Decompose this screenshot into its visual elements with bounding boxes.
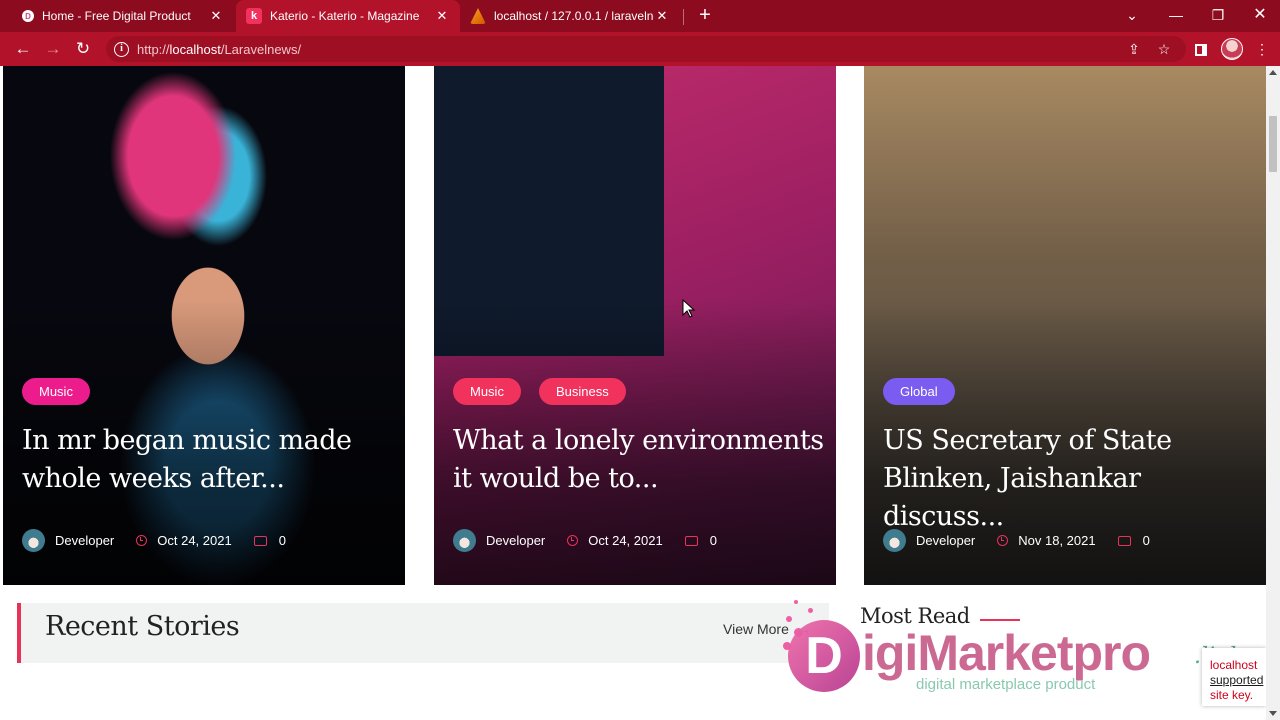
reload-icon[interactable]: ↻: [71, 37, 95, 61]
post-date: Nov 18, 2021: [1018, 533, 1096, 548]
scrollbar-thumb[interactable]: [1269, 116, 1277, 172]
phpmyadmin-favicon-icon: [470, 8, 486, 24]
comment-icon: [253, 535, 267, 546]
tab-separator: [683, 9, 684, 25]
author-avatar: [453, 529, 476, 552]
katerio-favicon-icon: k: [246, 8, 262, 24]
image-overlay: [434, 66, 836, 585]
scroll-up-icon[interactable]: [1269, 70, 1277, 75]
bookmark-star-icon[interactable]: ☆: [1153, 38, 1175, 60]
comment-count: 0: [1142, 533, 1150, 548]
digimarket-favicon-icon: D: [22, 10, 34, 22]
forward-icon[interactable]: →: [41, 37, 65, 61]
author-name[interactable]: Developer: [916, 533, 975, 548]
close-tab-icon[interactable]: ✕: [654, 8, 670, 24]
browser-toolbar: ← → ↻ i http://localhost/Laravelnews/ ⇪ …: [0, 32, 1280, 66]
url-path: /Laravelnews/: [220, 41, 302, 57]
view-more-link[interactable]: View More →: [723, 621, 811, 637]
comment-icon: [684, 535, 698, 546]
image-overlay: [3, 66, 405, 585]
tab-search-icon[interactable]: ⌄: [1110, 0, 1154, 32]
post-meta: Developer Oct 24, 2021 0: [22, 529, 286, 552]
mouse-cursor-icon: [682, 299, 696, 318]
post-date: Oct 24, 2021: [157, 533, 232, 548]
category-tag[interactable]: Music: [22, 378, 90, 405]
view-more-label: View More: [723, 621, 789, 637]
post-tags: Music Business: [453, 378, 626, 405]
menu-kebab-icon[interactable]: ⋮: [1251, 38, 1273, 60]
side-panel-icon[interactable]: [1190, 38, 1212, 60]
clock-icon: [567, 535, 579, 546]
tab-title: Katerio - Katerio - Magazine: [270, 9, 420, 23]
author-avatar: [22, 529, 45, 552]
tab-katerio[interactable]: k Katerio - Katerio - Magazine ✕: [236, 0, 460, 32]
category-tag[interactable]: Global: [883, 378, 955, 405]
url-scheme: http://: [137, 41, 170, 57]
post-tags: Music: [22, 378, 90, 405]
post-headline[interactable]: In mr began music made whole weeks after…: [22, 422, 394, 498]
featured-post-card[interactable]: Music In mr began music made whole weeks…: [3, 66, 405, 585]
tab-title: localhost / 127.0.0.1 / laravelnew: [494, 9, 654, 23]
recent-stories-header: Recent Stories View More →: [17, 603, 829, 663]
address-bar[interactable]: i http://localhost/Laravelnews/: [106, 36, 1186, 62]
title-underline: [980, 619, 1020, 621]
category-tag[interactable]: Business: [538, 378, 626, 405]
page-scrollbar[interactable]: [1266, 66, 1280, 720]
post-tags: Global: [883, 378, 955, 405]
arrow-right-icon: →: [796, 621, 811, 637]
post-meta: Developer Nov 18, 2021 0: [883, 529, 1150, 552]
post-date: Oct 24, 2021: [588, 533, 663, 548]
captcha-error-line: site key.: [1210, 688, 1254, 702]
new-tab-button[interactable]: +: [694, 4, 716, 28]
close-window-icon[interactable]: ✕: [1238, 0, 1280, 32]
comment-count: 0: [709, 533, 717, 548]
tab-title: Home - Free Digital Product: [42, 9, 191, 23]
recaptcha-error-badge[interactable]: localhost supported site key.: [1202, 648, 1266, 706]
minimize-icon[interactable]: —: [1154, 0, 1198, 32]
restore-icon[interactable]: ❐: [1196, 0, 1240, 32]
author-name[interactable]: Developer: [55, 533, 114, 548]
clock-icon: [997, 535, 1009, 546]
site-info-icon[interactable]: i: [114, 41, 129, 57]
profile-avatar[interactable]: [1221, 38, 1243, 60]
most-read-title: Most Read: [860, 604, 970, 628]
scroll-down-icon[interactable]: [1269, 711, 1277, 716]
captcha-error-line: localhost: [1210, 658, 1258, 672]
post-headline[interactable]: What a lonely environments it would be t…: [453, 422, 825, 498]
tab-home[interactable]: D Home - Free Digital Product ✕: [12, 0, 234, 32]
author-name[interactable]: Developer: [486, 533, 545, 548]
close-tab-icon[interactable]: ✕: [434, 8, 450, 24]
tab-phpmyadmin[interactable]: localhost / 127.0.0.1 / laravelnew ✕: [460, 0, 680, 32]
share-icon[interactable]: ⇪: [1123, 38, 1145, 60]
clock-icon: [136, 535, 148, 546]
section-title: Recent Stories: [45, 611, 240, 642]
post-meta: Developer Oct 24, 2021 0: [453, 529, 717, 552]
featured-post-card[interactable]: Global US Secretary of State Blinken, Ja…: [864, 66, 1266, 585]
comment-count: 0: [278, 533, 286, 548]
back-icon[interactable]: ←: [11, 37, 35, 61]
captcha-error-link[interactable]: supported: [1210, 673, 1266, 688]
url-host: localhost: [169, 41, 221, 57]
close-tab-icon[interactable]: ✕: [208, 8, 224, 24]
comment-icon: [1117, 535, 1131, 546]
tab-strip: D Home - Free Digital Product ✕ k Kateri…: [0, 0, 1280, 32]
category-tag[interactable]: Music: [453, 378, 521, 405]
author-avatar: [883, 529, 906, 552]
post-headline[interactable]: US Secretary of State Blinken, Jaishanka…: [883, 422, 1255, 536]
featured-post-card[interactable]: Music Business What a lonely environment…: [434, 66, 836, 585]
